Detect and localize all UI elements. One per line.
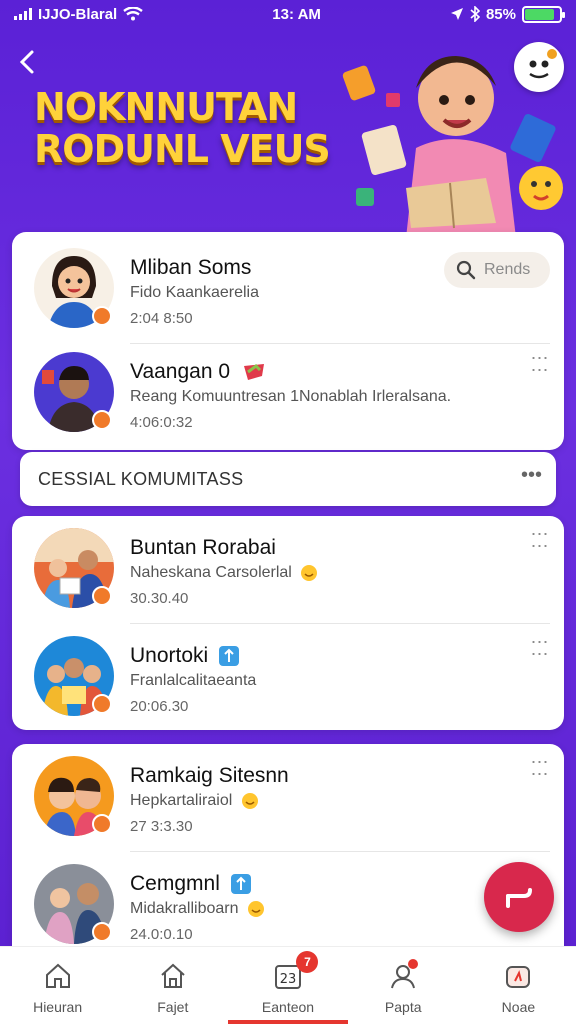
contact-name: Unortoki bbox=[130, 644, 240, 668]
avatar-badge bbox=[92, 694, 112, 714]
timestamp: 27 3:3.30 bbox=[130, 818, 193, 835]
carrier-label: IJJO-Blaral bbox=[38, 5, 118, 23]
contact-subtitle: Naheskana Carsolerlal bbox=[130, 564, 318, 582]
back-button[interactable] bbox=[14, 46, 46, 78]
battery-percent: 85% bbox=[485, 5, 516, 23]
contact-subtitle: Midakralliboarn bbox=[130, 900, 265, 918]
nav-item-fajet[interactable]: Fajet bbox=[115, 947, 230, 1024]
section-header[interactable]: CESSIAL KOMUMITASS ••• bbox=[20, 452, 556, 506]
compose-icon bbox=[506, 888, 532, 908]
contact-subtitle-text: Midakralliboarn bbox=[130, 900, 239, 918]
more-options-icon[interactable]: ••• bbox=[521, 464, 542, 487]
list-item[interactable]: Unortoki Franlalcalitaeanta 20:06.30 ⋯ ⋯ bbox=[12, 624, 564, 732]
contact-subtitle: Reang Komuuntresan 1Nonablah Irleralsana… bbox=[130, 388, 452, 405]
timestamp: 2:04 8:50 bbox=[130, 310, 193, 327]
list-item[interactable]: Vaangan 0 Reang Komuuntresan 1Nonablah I… bbox=[12, 340, 564, 448]
avatar-badge bbox=[92, 586, 112, 606]
nav-label: Noae bbox=[501, 999, 536, 1015]
nav-item-eanteon[interactable]: 23 7 Eanteon bbox=[230, 947, 345, 1024]
conversation-card-mid: Buntan Rorabai Naheskana Carsolerlal 30.… bbox=[12, 516, 564, 730]
clock: 13: AM bbox=[272, 5, 321, 23]
pin-icon bbox=[219, 646, 240, 667]
avatar-badge bbox=[92, 306, 112, 326]
list-item[interactable]: Cemgmnl Midakralliboarn 24.0:0.10 bbox=[12, 852, 564, 960]
battery-fill bbox=[525, 8, 554, 20]
contact-name-text: Unortoki bbox=[130, 644, 209, 667]
home-icon bbox=[45, 963, 70, 988]
avatar-badge bbox=[92, 410, 112, 430]
nav-label: Hieuran bbox=[33, 999, 83, 1015]
contact-name: Cemgmnl bbox=[130, 872, 252, 896]
ghost-face-icon bbox=[529, 49, 557, 79]
banner-title-line-1: NOKNNUTAN bbox=[34, 85, 298, 129]
status-bar: IJJO-Blaral 13: AM 85% bbox=[0, 0, 576, 28]
section-title: CESSIAL KOMUMITASS bbox=[38, 469, 244, 489]
contact-subtitle: Fido Kaankaerelia bbox=[130, 284, 259, 301]
more-options-icon[interactable]: ⋯ ⋯ bbox=[528, 633, 552, 663]
mascot-button[interactable] bbox=[514, 42, 564, 92]
location-arrow-icon bbox=[450, 8, 463, 20]
nav-label: Eanteon bbox=[261, 999, 315, 1015]
list-item[interactable]: Mliban Soms Fido Kaankaerelia 2:04 8:50 … bbox=[12, 236, 564, 344]
banner-title-line-2: RODUNL VEUS bbox=[34, 127, 331, 171]
search-icon bbox=[456, 260, 476, 280]
notification-badge: 7 bbox=[296, 951, 319, 973]
contact-subtitle-text: Naheskana Carsolerlal bbox=[130, 564, 292, 582]
wifi-icon bbox=[123, 7, 143, 21]
avatar-badge bbox=[92, 922, 112, 942]
notification-dot bbox=[407, 959, 418, 969]
nav-item-papta[interactable]: Papta bbox=[346, 947, 461, 1024]
contact-name: Vaangan 0 bbox=[130, 360, 268, 384]
chevron-left-icon bbox=[19, 50, 34, 74]
svg-text:23: 23 bbox=[280, 972, 297, 987]
nav-active-indicator bbox=[228, 1020, 348, 1024]
conversation-card-bottom: Ramkaig Sitesnn Hepkartaliraiol 27 3:3.3… bbox=[12, 744, 564, 954]
heart-ribbon-icon bbox=[243, 364, 264, 381]
search-label: Rends bbox=[484, 261, 531, 278]
compose-fab-button[interactable] bbox=[484, 862, 554, 932]
list-item[interactable]: Ramkaig Sitesnn Hepkartaliraiol 27 3:3.3… bbox=[12, 744, 564, 852]
more-options-icon[interactable]: ⋯ ⋯ bbox=[528, 349, 552, 379]
contact-subtitle: Hepkartaliraiol bbox=[130, 792, 259, 810]
conversation-card-top: Mliban Soms Fido Kaankaerelia 2:04 8:50 … bbox=[12, 232, 564, 450]
timestamp: 20:06.30 bbox=[130, 698, 189, 715]
bluetooth-icon bbox=[470, 6, 480, 22]
nav-label: Papta bbox=[384, 999, 422, 1015]
list-item[interactable]: Buntan Rorabai Naheskana Carsolerlal 30.… bbox=[12, 516, 564, 624]
signal-icon bbox=[14, 8, 32, 20]
contact-subtitle-text: Hepkartaliraiol bbox=[130, 792, 233, 810]
pin-icon bbox=[230, 874, 251, 895]
search-button[interactable]: Rends bbox=[444, 252, 550, 288]
nav-label: Fajet bbox=[157, 999, 189, 1015]
timestamp: 24.0:0.10 bbox=[130, 926, 193, 943]
home-outline-icon bbox=[161, 963, 185, 988]
contact-name: Ramkaig Sitesnn bbox=[130, 764, 289, 787]
contact-name: Mliban Soms bbox=[130, 256, 252, 279]
banner-title: NOKNNUTAN RODUNL VEUS bbox=[34, 86, 334, 170]
nav-item-noae[interactable]: Noae bbox=[461, 947, 576, 1024]
more-options-icon[interactable]: ⋯ ⋯ bbox=[528, 753, 552, 783]
contact-name: Buntan Rorabai bbox=[130, 536, 276, 559]
contact-name-text: Cemgmnl bbox=[130, 872, 220, 895]
smile-emoji-icon bbox=[301, 565, 318, 581]
contact-name-text: Vaangan 0 bbox=[130, 360, 231, 383]
smile-emoji-icon bbox=[241, 793, 258, 809]
header-banner: NOKNNUTAN RODUNL VEUS bbox=[0, 28, 576, 238]
timestamp: 30.30.40 bbox=[130, 590, 189, 607]
nav-item-home[interactable]: Hieuran bbox=[0, 947, 115, 1024]
bag-icon bbox=[506, 966, 531, 988]
battery-icon bbox=[522, 5, 565, 23]
more-options-icon[interactable]: ⋯ ⋯ bbox=[528, 525, 552, 555]
contact-subtitle: Franlalcalitaeanta bbox=[130, 672, 257, 689]
avatar-badge bbox=[92, 814, 112, 834]
smile-emoji-icon bbox=[247, 901, 264, 917]
timestamp: 4:06:0:32 bbox=[130, 414, 193, 431]
bottom-nav: Hieuran Fajet 23 7 Eanteon Papta Noae bbox=[0, 946, 576, 1024]
